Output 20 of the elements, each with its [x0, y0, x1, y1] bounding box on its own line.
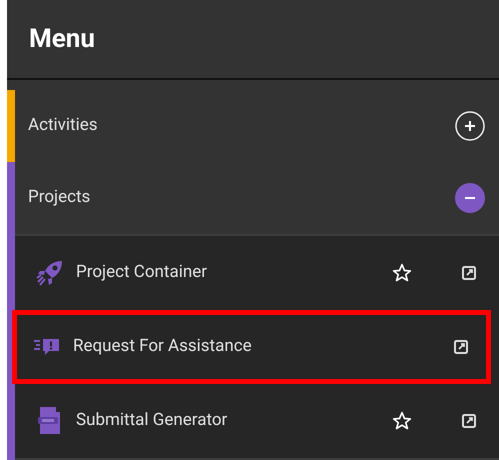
section-label: Projects — [28, 186, 90, 210]
section-header[interactable]: Activities — [15, 90, 499, 162]
open-external-icon[interactable] — [462, 414, 476, 428]
item-label: Project Container — [76, 261, 208, 284]
star-icon[interactable] — [392, 263, 412, 283]
project-item[interactable]: Request For Assistance — [12, 310, 491, 384]
project-item[interactable]: Submittal Generator — [15, 384, 499, 458]
rocket-icon — [36, 259, 64, 287]
menu-title: Menu — [29, 22, 95, 56]
item-label: Submittal Generator — [76, 409, 228, 432]
open-external-icon[interactable] — [454, 340, 468, 354]
open-external-icon[interactable] — [462, 266, 476, 280]
star-icon[interactable] — [392, 411, 412, 431]
item-label: Request For Assistance — [73, 335, 253, 358]
project-item[interactable]: Project Container — [15, 236, 499, 310]
section-label: Activities — [28, 114, 98, 138]
document-icon — [36, 406, 62, 436]
collapse-icon[interactable] — [455, 183, 485, 213]
expand-icon[interactable] — [455, 111, 485, 141]
section-header[interactable]: Projects — [15, 162, 499, 234]
